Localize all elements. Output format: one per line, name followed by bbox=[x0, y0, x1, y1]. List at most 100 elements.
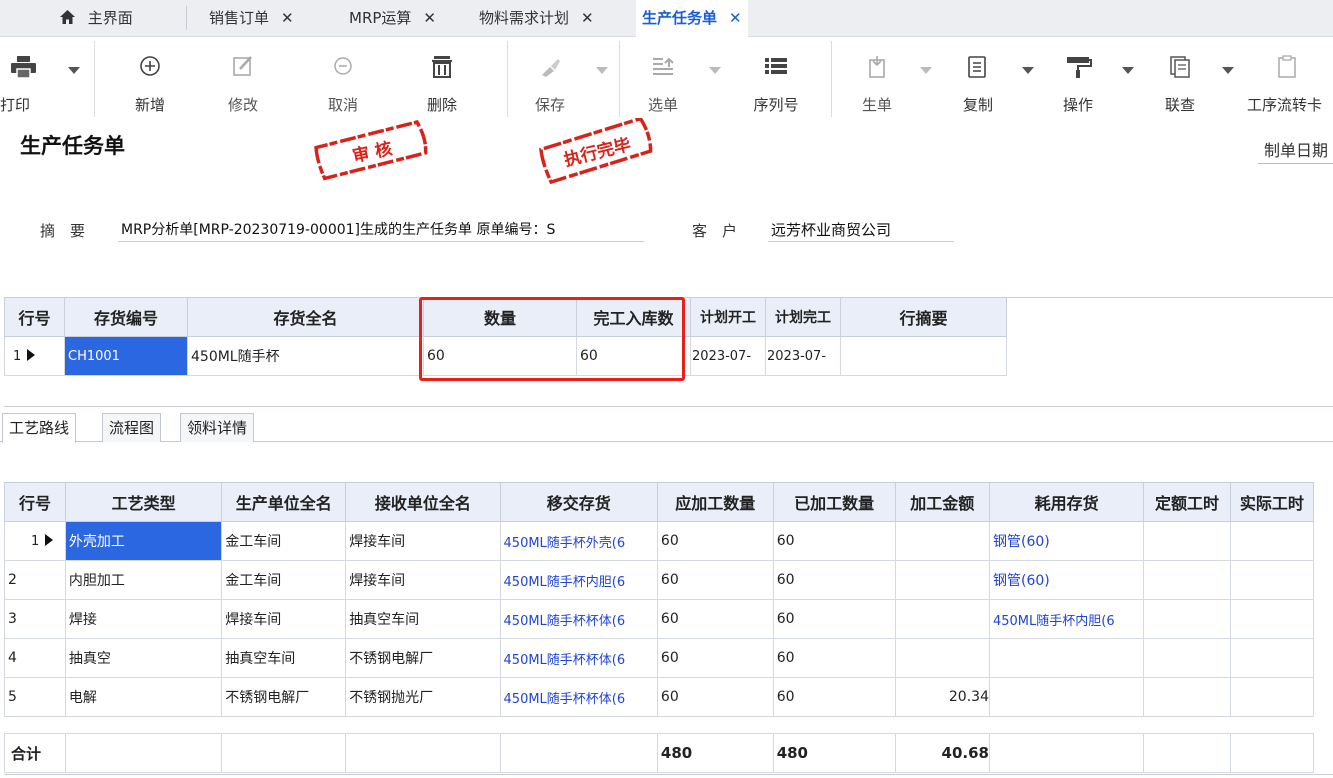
consumed-item-cell[interactable]: 450ML随手杯内胆(6 bbox=[988, 599, 1145, 639]
std-hours-cell[interactable] bbox=[1143, 560, 1231, 600]
tab-home[interactable]: 主界面 bbox=[60, 0, 133, 36]
generate-button[interactable]: 生单 bbox=[848, 37, 932, 123]
production-unit-cell[interactable]: 焊接车间 bbox=[221, 599, 347, 639]
consumed-item-cell[interactable] bbox=[988, 677, 1145, 717]
close-icon[interactable]: ✕ bbox=[581, 9, 594, 27]
col-header[interactable]: 存货编号 bbox=[64, 297, 188, 337]
planned-qty-cell[interactable]: 60 bbox=[656, 677, 774, 717]
actual-hours-cell[interactable] bbox=[1229, 677, 1315, 717]
table-row[interactable]: 5 电解 不锈钢电解厂 不锈钢抛光厂 450ML随手杯杯体(6 60 60 20… bbox=[4, 677, 1315, 717]
col-header[interactable]: 已加工数量 bbox=[772, 482, 896, 522]
process-type-cell[interactable]: 焊接 bbox=[64, 599, 223, 639]
close-icon[interactable]: ✕ bbox=[281, 9, 294, 27]
col-header[interactable]: 行号 bbox=[4, 482, 66, 522]
copy-button[interactable]: 复制 bbox=[948, 37, 1034, 123]
tab-mrp[interactable]: MRP运算 ✕ bbox=[349, 0, 436, 36]
operate-button[interactable]: 操作 bbox=[1048, 37, 1134, 123]
actual-hours-cell[interactable] bbox=[1229, 521, 1315, 561]
transfer-item-cell[interactable]: 450ML随手杯杯体(6 bbox=[499, 677, 658, 717]
consumed-item-cell[interactable] bbox=[988, 638, 1145, 678]
serial-number-button[interactable]: 序列号 bbox=[746, 37, 806, 123]
select-button[interactable]: 选单 bbox=[633, 37, 721, 123]
row-number-cell[interactable]: 1 bbox=[4, 336, 65, 376]
row-number-cell[interactable]: 3 bbox=[4, 599, 66, 639]
col-header[interactable]: 定额工时 bbox=[1143, 482, 1231, 522]
receiving-unit-cell[interactable]: 不锈钢电解厂 bbox=[345, 638, 501, 678]
save-button[interactable]: 保存 bbox=[520, 37, 608, 123]
transfer-item-cell[interactable]: 450ML随手杯杯体(6 bbox=[499, 638, 658, 678]
add-button[interactable]: 新增 bbox=[118, 37, 182, 123]
delete-button[interactable]: 删除 bbox=[412, 37, 472, 123]
row-number-cell[interactable]: 2 bbox=[4, 560, 66, 600]
process-type-cell[interactable]: 电解 bbox=[64, 677, 223, 717]
receiving-unit-cell[interactable]: 不锈钢抛光厂 bbox=[345, 677, 501, 717]
col-header[interactable]: 存货全名 bbox=[187, 297, 424, 337]
col-header[interactable]: 实际工时 bbox=[1229, 482, 1315, 522]
process-type-cell[interactable]: 内胆加工 bbox=[64, 560, 223, 600]
close-icon[interactable]: ✕ bbox=[729, 9, 742, 27]
amount-cell[interactable]: 20.34 bbox=[894, 677, 990, 717]
col-header[interactable]: 工艺类型 bbox=[64, 482, 223, 522]
receiving-unit-cell[interactable]: 焊接车间 bbox=[345, 560, 501, 600]
item-code-cell[interactable]: CH1001 bbox=[64, 336, 188, 376]
col-header[interactable]: 行摘要 bbox=[840, 297, 1007, 337]
tab-process-route[interactable]: 工艺路线 bbox=[2, 413, 77, 443]
processed-qty-cell[interactable]: 60 bbox=[772, 521, 896, 561]
production-unit-cell[interactable]: 不锈钢电解厂 bbox=[221, 677, 347, 717]
std-hours-cell[interactable] bbox=[1143, 599, 1231, 639]
actual-hours-cell[interactable] bbox=[1229, 560, 1315, 600]
amount-cell[interactable] bbox=[894, 521, 990, 561]
print-button[interactable]: 打印 bbox=[0, 37, 80, 123]
planned-qty-cell[interactable]: 60 bbox=[656, 521, 774, 561]
customer-field[interactable]: 远芳杯业商贸公司 bbox=[771, 219, 951, 240]
col-header[interactable]: 计划开工 bbox=[690, 297, 766, 337]
table-row[interactable]: 4 抽真空 抽真空车间 不锈钢电解厂 450ML随手杯杯体(6 60 60 bbox=[4, 638, 1315, 678]
close-icon[interactable]: ✕ bbox=[423, 9, 436, 27]
planned-qty-cell[interactable]: 60 bbox=[656, 560, 774, 600]
process-card-button[interactable]: 工序流转卡 bbox=[1240, 37, 1333, 123]
amount-cell[interactable] bbox=[894, 599, 990, 639]
std-hours-cell[interactable] bbox=[1143, 677, 1231, 717]
transfer-item-cell[interactable]: 450ML随手杯外壳(6 bbox=[499, 521, 658, 561]
amount-cell[interactable] bbox=[894, 560, 990, 600]
actual-hours-cell[interactable] bbox=[1229, 638, 1315, 678]
row-number-cell[interactable]: 5 bbox=[4, 677, 66, 717]
row-memo-cell[interactable] bbox=[840, 336, 1007, 376]
col-header[interactable]: 行号 bbox=[4, 297, 65, 337]
tab-flow-chart[interactable]: 流程图 bbox=[102, 413, 162, 442]
table-row[interactable]: 1 外壳加工 金工车间 焊接车间 450ML随手杯外壳(6 60 60 钢管(6… bbox=[4, 521, 1315, 561]
production-unit-cell[interactable]: 抽真空车间 bbox=[221, 638, 347, 678]
col-header[interactable]: 移交存货 bbox=[499, 482, 658, 522]
table-row[interactable]: 3 焊接 焊接车间 抽真空车间 450ML随手杯杯体(6 60 60 450ML… bbox=[4, 599, 1315, 639]
plan-end-cell[interactable]: 2023-07- bbox=[765, 336, 841, 376]
col-header[interactable]: 耗用存货 bbox=[988, 482, 1145, 522]
consumed-item-cell[interactable]: 钢管(60) bbox=[988, 521, 1145, 561]
col-header[interactable]: 应加工数量 bbox=[656, 482, 774, 522]
amount-cell[interactable] bbox=[894, 638, 990, 678]
receiving-unit-cell[interactable]: 抽真空车间 bbox=[345, 599, 501, 639]
row-number-cell[interactable]: 4 bbox=[4, 638, 66, 678]
col-header[interactable]: 生产单位全名 bbox=[221, 482, 347, 522]
link-query-button[interactable]: 联查 bbox=[1150, 37, 1234, 123]
transfer-item-cell[interactable]: 450ML随手杯内胆(6 bbox=[499, 560, 658, 600]
processed-qty-cell[interactable]: 60 bbox=[772, 677, 896, 717]
std-hours-cell[interactable] bbox=[1143, 521, 1231, 561]
tab-material-detail[interactable]: 领料详情 bbox=[180, 413, 255, 442]
std-hours-cell[interactable] bbox=[1143, 638, 1231, 678]
processed-qty-cell[interactable]: 60 bbox=[772, 599, 896, 639]
planned-qty-cell[interactable]: 60 bbox=[656, 599, 774, 639]
planned-qty-cell[interactable]: 60 bbox=[656, 638, 774, 678]
cancel-button[interactable]: 取消 bbox=[313, 37, 373, 123]
item-name-cell[interactable]: 450ML随手杯 bbox=[187, 336, 424, 376]
processed-qty-cell[interactable]: 60 bbox=[772, 560, 896, 600]
actual-hours-cell[interactable] bbox=[1229, 599, 1315, 639]
summary-field[interactable]: MRP分析单[MRP-20230719-00001]生成的生产任务单 原单编号：… bbox=[121, 219, 639, 239]
table-row[interactable]: 2 内胆加工 金工车间 焊接车间 450ML随手杯内胆(6 60 60 钢管(6… bbox=[4, 560, 1315, 600]
receiving-unit-cell[interactable]: 焊接车间 bbox=[345, 521, 501, 561]
col-header[interactable]: 计划完工 bbox=[765, 297, 841, 337]
col-header[interactable]: 加工金额 bbox=[894, 482, 990, 522]
consumed-item-cell[interactable]: 钢管(60) bbox=[988, 560, 1145, 600]
production-unit-cell[interactable]: 金工车间 bbox=[221, 560, 347, 600]
process-type-cell[interactable]: 抽真空 bbox=[64, 638, 223, 678]
tab-sales-order[interactable]: 销售订单 ✕ bbox=[209, 0, 294, 36]
